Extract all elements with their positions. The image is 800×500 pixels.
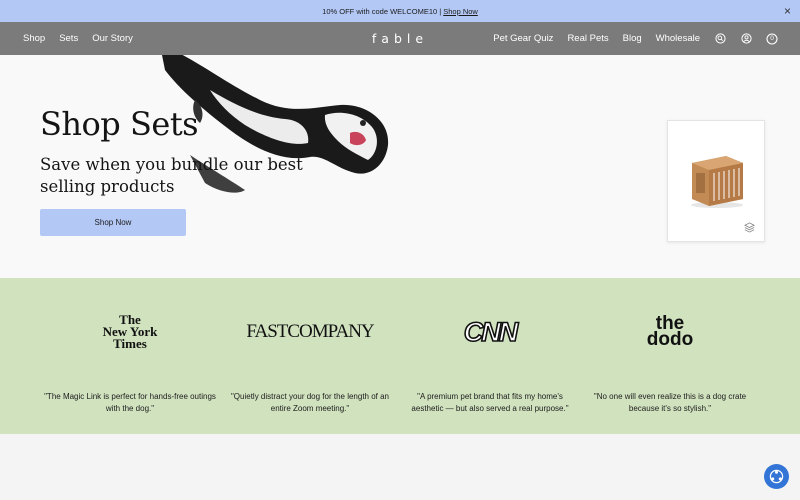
chat-widget-button[interactable]	[764, 464, 789, 489]
close-icon[interactable]: ×	[784, 4, 791, 18]
press-item-cnn: CNN "A premium pet brand that fits my ho…	[390, 278, 590, 414]
search-icon[interactable]	[714, 33, 726, 45]
press-quote: "A premium pet brand that fits my home's…	[411, 392, 569, 413]
cart-icon[interactable]: 0	[766, 32, 778, 45]
press-item-fast-company: FASTCOMPANY "Quietly distract your dog f…	[210, 278, 410, 414]
nav-right-links: Pet Gear Quiz Real Pets Blog Wholesale 0	[493, 32, 778, 45]
press-quote: "The Magic Link is perfect for hands-fre…	[44, 392, 216, 413]
announcement-text: 10% OFF with code WELCOME10 |	[322, 6, 442, 16]
next-section	[0, 434, 800, 500]
layers-icon[interactable]	[744, 222, 755, 233]
announcement-shop-link[interactable]: Shop Now	[443, 7, 478, 16]
hero-subtitle: Save when you bundle our best selling pr…	[40, 155, 303, 196]
press-quote: "No one will even realize this is a dog …	[593, 392, 747, 413]
dog-crate-image	[691, 156, 743, 208]
brand-logo[interactable]: fable	[372, 31, 428, 46]
nav-link-real-pets[interactable]: Real Pets	[567, 33, 608, 44]
fast-company-logo: FASTCOMPANY	[210, 307, 410, 357]
cnn-logo-text: CNN	[463, 316, 519, 348]
shop-now-button[interactable]: Shop Now	[40, 209, 186, 236]
fast-company-logo-text: FASTCOMPANY	[246, 321, 374, 342]
hero-title: Shop Sets	[40, 105, 199, 143]
chat-widget-icon	[769, 469, 784, 484]
hero-section: Shop Sets Save when you bundle our best …	[0, 55, 800, 278]
nav-link-shop[interactable]: Shop	[23, 33, 45, 44]
nyt-logo: The New York Times	[30, 307, 230, 357]
product-card[interactable]	[667, 120, 765, 242]
main-nav: Shop Sets Our Story fable Pet Gear Quiz …	[0, 22, 800, 55]
nav-link-wholesale[interactable]: Wholesale	[656, 33, 700, 44]
the-dodo-logo: the dodo	[570, 307, 770, 357]
nav-link-sets[interactable]: Sets	[59, 33, 78, 44]
nav-link-pet-gear-quiz[interactable]: Pet Gear Quiz	[493, 33, 553, 44]
nyt-logo-line: Times	[113, 336, 147, 351]
cart-count: 0	[770, 34, 774, 42]
nav-left-links: Shop Sets Our Story	[23, 33, 133, 44]
nav-link-our-story[interactable]: Our Story	[92, 33, 133, 44]
press-quote: "Quietly distract your dog for the lengt…	[230, 392, 390, 413]
announcement-bar: 10% OFF with code WELCOME10 | Shop Now ×	[0, 0, 800, 22]
press-item-nyt: The New York Times "The Magic Link is pe…	[30, 278, 230, 414]
account-icon[interactable]	[740, 33, 752, 45]
press-section: The New York Times "The Magic Link is pe…	[0, 278, 800, 434]
press-item-the-dodo: the dodo "No one will even realize this …	[570, 278, 770, 414]
dodo-logo-line: dodo	[646, 329, 694, 350]
nav-link-blog[interactable]: Blog	[623, 33, 642, 44]
cnn-logo: CNN	[390, 307, 590, 357]
